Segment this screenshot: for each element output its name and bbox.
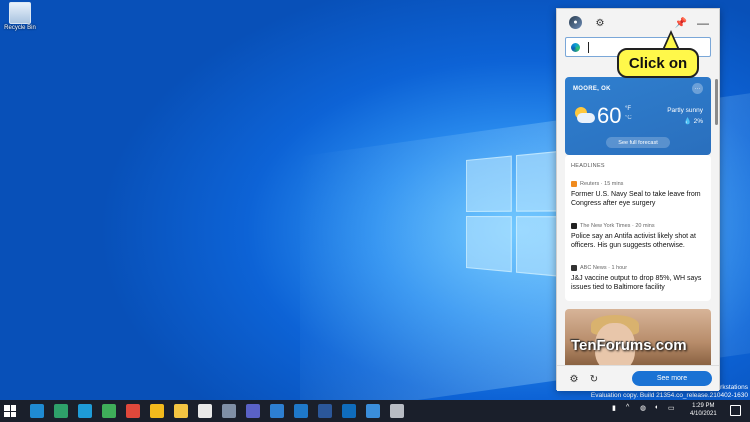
word-icon[interactable] <box>318 404 332 418</box>
more-options-icon[interactable]: ··· <box>692 83 703 94</box>
taskbar: ▮ ^ ◍ ◖ ▭ 1:29 PM 4/10/2021 <box>0 400 750 422</box>
weather-condition: Partly sunny <box>667 107 703 114</box>
weather-temperature: 60 <box>597 103 622 128</box>
edge-dev-icon[interactable] <box>78 404 92 418</box>
partly-sunny-icon <box>573 107 595 125</box>
personalize-icon[interactable]: ⚙ <box>567 372 581 386</box>
pin-icon[interactable]: 📌 <box>674 16 688 30</box>
recycle-bin[interactable]: Recycle Bin <box>2 2 38 31</box>
news-source: Reuters · 15 mins <box>580 181 624 187</box>
scrollbar[interactable] <box>715 79 718 125</box>
taskbar-clock[interactable]: 1:29 PM 4/10/2021 <box>690 402 717 418</box>
tenforums-watermark: TenForums.com <box>571 337 687 354</box>
volume-icon[interactable]: ◖ <box>654 404 658 411</box>
image-news-card[interactable]: TenForums.com <box>565 309 711 365</box>
edge-beta-icon[interactable] <box>54 404 68 418</box>
settings-icon[interactable] <box>390 404 404 418</box>
unit-fahrenheit[interactable]: °F <box>625 106 631 112</box>
teams-icon[interactable] <box>246 404 260 418</box>
headlines-title: HEADLINES <box>571 163 605 169</box>
see-more-button[interactable]: See more <box>632 371 712 386</box>
recycle-bin-label: Recycle Bin <box>4 25 36 31</box>
click-on-callout: Click on <box>617 48 699 78</box>
wallpaper-windows-logo <box>466 149 571 280</box>
store-icon[interactable] <box>198 404 212 418</box>
text-caret <box>588 42 589 53</box>
unit-celsius[interactable]: °C <box>625 115 632 121</box>
tray-chevron-icon[interactable]: ^ <box>626 404 629 411</box>
abc-news-logo-icon <box>571 265 577 271</box>
refresh-icon[interactable]: ↻ <box>587 372 601 386</box>
battery-icon[interactable]: ▭ <box>668 404 675 412</box>
nyt-logo-icon <box>571 223 577 229</box>
news-headline: Former U.S. Navy Seal to take leave from… <box>571 191 701 207</box>
clock-date: 4/10/2021 <box>690 411 717 417</box>
settings-app-icon[interactable] <box>222 404 236 418</box>
headlines-card: HEADLINES Reuters · 15 mins Former U.S. … <box>565 155 711 301</box>
chrome-canary-icon[interactable] <box>150 404 164 418</box>
news-source: ABC News · 1 hour <box>580 265 628 271</box>
reuters-logo-icon <box>571 181 577 187</box>
edge-icon <box>571 43 580 52</box>
recycle-bin-icon <box>9 2 31 24</box>
tray-app-icon[interactable]: ▮ <box>612 404 616 412</box>
clock-time: 1:29 PM <box>692 403 715 409</box>
remote-desktop-icon[interactable] <box>270 404 284 418</box>
weather-card[interactable]: MOORE, OK ··· 60 °F °C Partly sunny 💧 2%… <box>565 77 711 155</box>
profile-avatar-icon[interactable]: ● <box>569 16 582 29</box>
news-source: The New York Times · 20 mins <box>580 223 655 229</box>
panel-footer: ⚙ ↻ See more <box>557 365 719 391</box>
panel-header: ● ⚙ 📌 — <box>557 9 719 37</box>
minimize-icon[interactable]: — <box>696 16 710 30</box>
chrome-icon[interactable] <box>126 404 140 418</box>
news-headline: J&J vaccine output to drop 85%, WH says … <box>571 275 702 291</box>
news-headline: Police say an Antifa activist likely sho… <box>571 233 696 249</box>
edge-canary-icon[interactable] <box>102 404 116 418</box>
weather-location: MOORE, OK <box>573 86 611 92</box>
gear-icon[interactable]: ⚙ <box>593 16 607 30</box>
phone-icon[interactable] <box>294 404 308 418</box>
start-button[interactable] <box>4 405 16 417</box>
network-icon[interactable]: ◍ <box>640 404 646 412</box>
notification-center-icon[interactable] <box>730 405 741 416</box>
file-explorer-icon[interactable] <box>174 404 188 418</box>
mail-icon[interactable] <box>366 404 380 418</box>
news-item[interactable]: ABC News · 1 hour J&J vaccine output to … <box>571 265 707 292</box>
watermark-line-2: Evaluation copy. Build 21354.co_release.… <box>590 392 748 399</box>
see-full-forecast-button[interactable]: See full forecast <box>606 137 670 148</box>
weather-precipitation: 💧 2% <box>683 118 703 125</box>
outlook-icon[interactable] <box>342 404 356 418</box>
news-item[interactable]: The New York Times · 20 mins Police say … <box>571 223 707 250</box>
edge-icon[interactable] <box>30 404 44 418</box>
news-item[interactable]: Reuters · 15 mins Former U.S. Navy Seal … <box>571 181 707 208</box>
